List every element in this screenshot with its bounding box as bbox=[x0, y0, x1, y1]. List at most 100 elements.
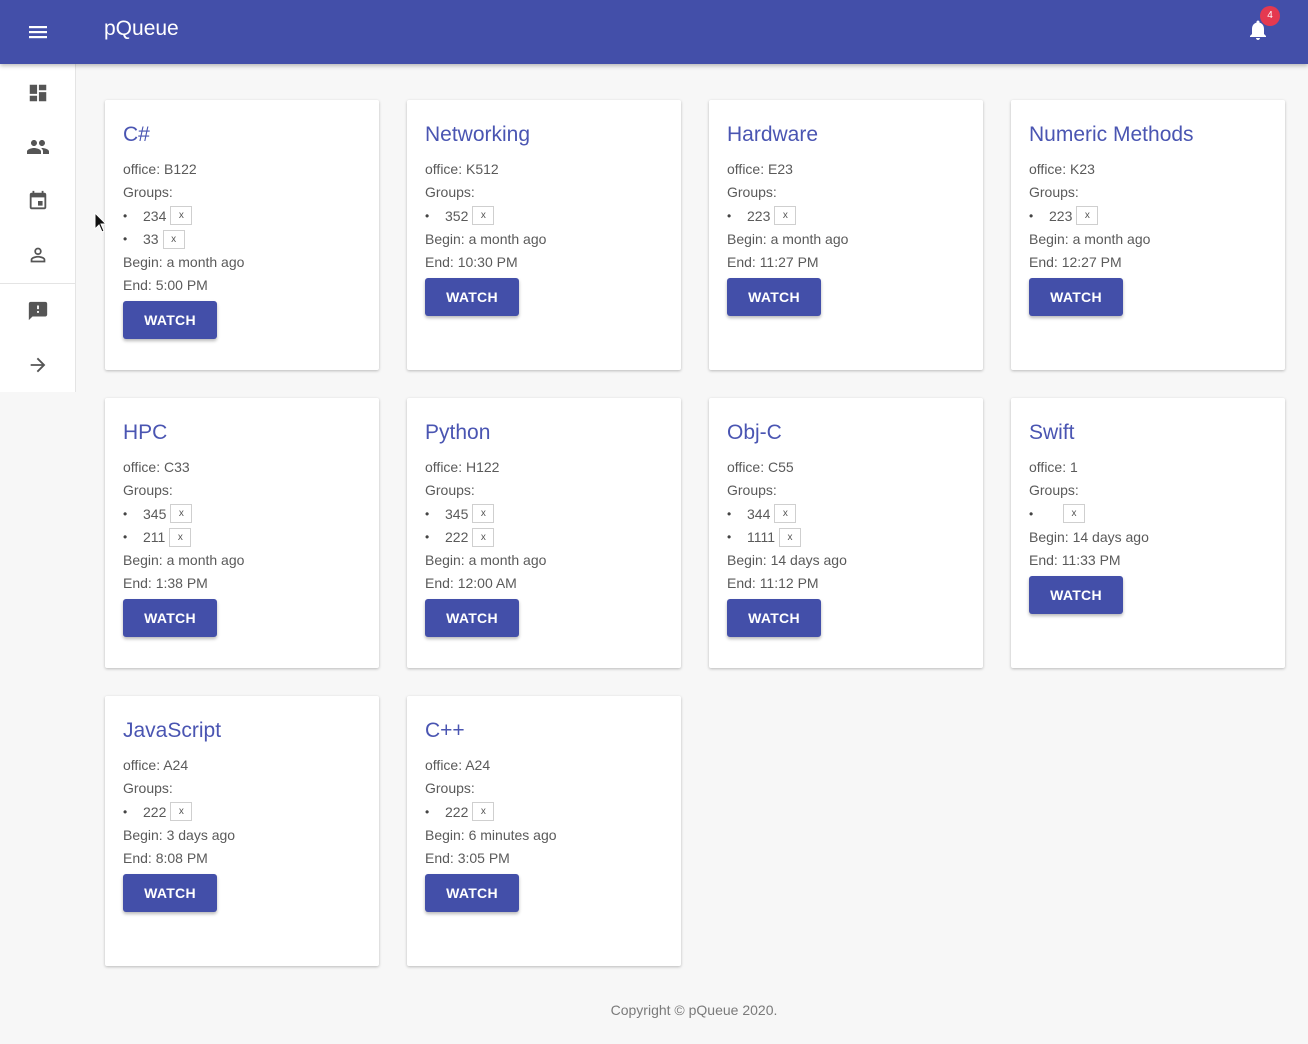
course-end: End: 1:38 PM bbox=[123, 575, 208, 591]
watch-button[interactable]: WATCH bbox=[425, 599, 519, 637]
sidebar-item-people[interactable] bbox=[0, 120, 76, 174]
course-begin: Begin: a month ago bbox=[123, 552, 245, 568]
course-office: office: H122 bbox=[425, 459, 500, 475]
groups-label: Groups: bbox=[727, 482, 777, 498]
course-end: End: 12:27 PM bbox=[1029, 253, 1122, 270]
course-end: End: 8:08 PM bbox=[123, 849, 208, 866]
course-begin: Begin: a month ago bbox=[123, 254, 245, 270]
course-card: Networking office: K512 Groups: • 352 x … bbox=[407, 100, 681, 370]
group-list: • 223 x bbox=[727, 204, 965, 228]
remove-group-button[interactable]: x bbox=[774, 206, 797, 226]
remove-group-button[interactable]: x bbox=[472, 206, 495, 226]
group-list: • 344 x • 1111 x bbox=[727, 502, 965, 549]
remove-group-button[interactable]: x bbox=[170, 206, 193, 226]
watch-button[interactable]: WATCH bbox=[1029, 277, 1123, 316]
app-bar: pQueue 4 bbox=[0, 0, 1308, 64]
course-office: office: C33 bbox=[123, 459, 190, 475]
menu-button[interactable] bbox=[22, 16, 54, 48]
course-title: Hardware bbox=[727, 123, 819, 146]
group-number: 234 bbox=[143, 207, 167, 224]
remove-group-button[interactable]: x bbox=[1076, 206, 1099, 226]
watch-button[interactable]: WATCH bbox=[425, 277, 519, 316]
course-card: Python office: H122 Groups: • 345 x • 22… bbox=[407, 398, 681, 668]
people-icon bbox=[27, 140, 49, 154]
group-item: • 345 x bbox=[123, 502, 361, 526]
sidebar-item-dashboard[interactable] bbox=[0, 66, 76, 120]
group-item: • 234 x bbox=[123, 204, 361, 228]
watch-button[interactable]: WATCH bbox=[727, 277, 821, 316]
watch-button[interactable]: WATCH bbox=[123, 301, 217, 339]
remove-group-button[interactable]: x bbox=[162, 229, 185, 249]
groups-label: Groups: bbox=[727, 184, 777, 200]
watch-button[interactable]: WATCH bbox=[123, 599, 217, 637]
group-item: • 344 x bbox=[727, 502, 965, 526]
remove-group-button[interactable]: x bbox=[170, 802, 193, 822]
group-list: • 222 x bbox=[425, 800, 663, 824]
course-end: End: 5:00 PM bbox=[123, 277, 208, 293]
remove-group-button[interactable]: x bbox=[774, 504, 797, 524]
course-card: Numeric Methods office: K23 Groups: • 22… bbox=[1011, 100, 1285, 370]
group-item: • 223 x bbox=[1029, 204, 1267, 228]
course-office: office: E23 bbox=[727, 161, 793, 177]
group-item: • 352 x bbox=[425, 204, 663, 228]
group-list: • 222 x bbox=[123, 800, 361, 824]
group-list: • 345 x • 222 x bbox=[425, 502, 663, 549]
course-card: C++ office: A24 Groups: • 222 x Begin: 6… bbox=[407, 696, 681, 966]
sidebar-item-calendar[interactable] bbox=[0, 174, 76, 228]
course-card: Swift office: 1 Groups: • x Begin: 14 da… bbox=[1011, 398, 1285, 668]
group-list: • 352 x bbox=[425, 204, 663, 228]
course-title: Numeric Methods bbox=[1029, 123, 1194, 146]
course-title: C++ bbox=[425, 719, 465, 742]
groups-label: Groups: bbox=[123, 184, 173, 200]
group-item: • 211 x bbox=[123, 526, 361, 550]
person-icon bbox=[30, 247, 46, 263]
course-begin: Begin: 6 minutes ago bbox=[425, 826, 557, 843]
group-item: • 345 x bbox=[425, 502, 663, 526]
notifications-button[interactable]: 4 bbox=[1240, 6, 1280, 48]
group-number: 222 bbox=[445, 529, 469, 546]
course-office: office: B122 bbox=[123, 161, 197, 177]
course-title: JavaScript bbox=[123, 719, 222, 742]
group-number: 222 bbox=[445, 803, 469, 820]
group-item: • 33 x bbox=[123, 228, 361, 252]
group-number: 33 bbox=[143, 231, 159, 248]
remove-group-button[interactable]: x bbox=[472, 504, 495, 524]
remove-group-button[interactable]: x bbox=[1063, 504, 1085, 524]
course-end: End: 11:27 PM bbox=[727, 253, 819, 270]
sidebar-item-next[interactable] bbox=[0, 338, 76, 392]
course-office: office: 1 bbox=[1029, 459, 1078, 475]
footer-copyright: Copyright © pQueue 2020. bbox=[610, 1002, 778, 1018]
watch-button[interactable]: WATCH bbox=[425, 873, 519, 912]
course-office: office: C55 bbox=[727, 459, 794, 475]
group-list: • 234 x • 33 x bbox=[123, 204, 361, 251]
group-number: 344 bbox=[747, 505, 771, 522]
hamburger-menu-icon bbox=[29, 26, 47, 39]
watch-button[interactable]: WATCH bbox=[727, 599, 821, 637]
group-number: 345 bbox=[445, 505, 469, 522]
course-end: End: 11:12 PM bbox=[727, 575, 819, 591]
dashboard-icon bbox=[29, 84, 47, 102]
watch-button[interactable]: WATCH bbox=[123, 873, 217, 912]
remove-group-button[interactable]: x bbox=[472, 527, 495, 547]
app-title: pQueue bbox=[104, 17, 179, 40]
feedback-icon bbox=[28, 301, 48, 321]
group-item: • x bbox=[1029, 502, 1267, 526]
remove-group-button[interactable]: x bbox=[779, 527, 802, 547]
sidebar-item-profile[interactable] bbox=[0, 228, 76, 282]
sidebar-item-feedback[interactable] bbox=[0, 284, 76, 338]
calendar-icon bbox=[29, 190, 47, 210]
groups-label: Groups: bbox=[123, 482, 173, 498]
course-begin: Begin: 3 days ago bbox=[123, 826, 236, 843]
group-item: • 223 x bbox=[727, 204, 965, 228]
group-number: 345 bbox=[143, 505, 167, 522]
group-item: • 222 x bbox=[425, 526, 663, 550]
course-end: End: 12:00 AM bbox=[425, 575, 517, 591]
course-begin: Begin: 14 days ago bbox=[1029, 528, 1149, 545]
group-number: 352 bbox=[445, 207, 469, 224]
remove-group-button[interactable]: x bbox=[472, 802, 495, 822]
arrow-right-icon bbox=[30, 357, 46, 373]
remove-group-button[interactable]: x bbox=[170, 504, 193, 524]
remove-group-button[interactable]: x bbox=[169, 527, 192, 547]
groups-label: Groups: bbox=[1029, 482, 1079, 498]
watch-button[interactable]: WATCH bbox=[1029, 575, 1123, 614]
